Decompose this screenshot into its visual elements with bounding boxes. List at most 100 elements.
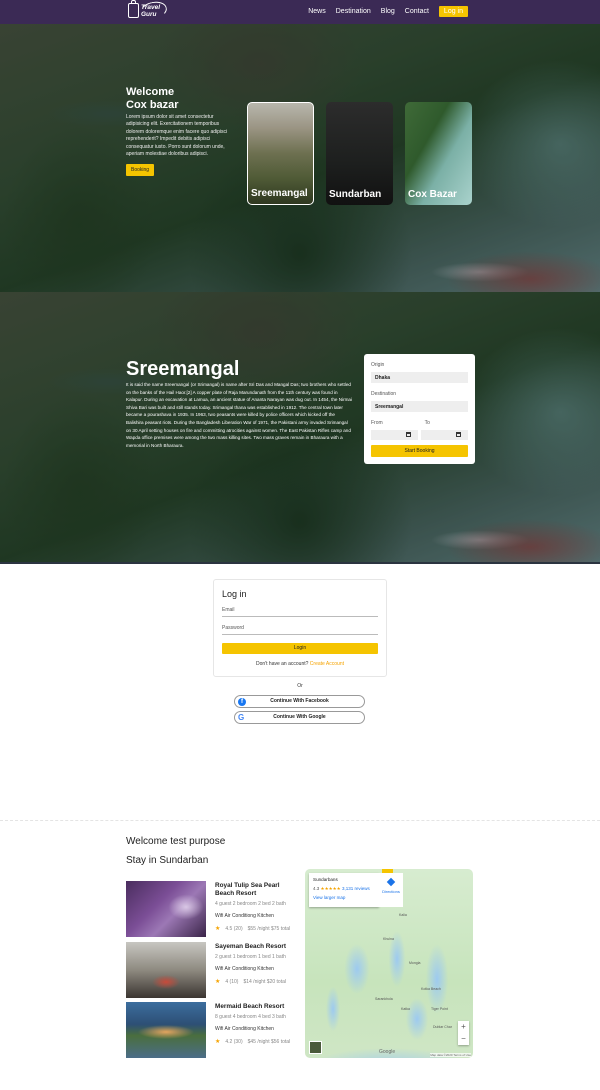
destination-card-label: Cox Bazar (408, 189, 457, 200)
destination-card-sreemangal[interactable]: Sreemangal (247, 102, 314, 205)
map-satellite-toggle[interactable] (309, 1041, 322, 1054)
map-label: Khulna (383, 937, 394, 941)
directions-icon (386, 877, 396, 887)
view-larger-map-link[interactable]: View larger map (313, 895, 375, 900)
google-logo: Google (379, 1049, 396, 1055)
nav-link-destination[interactable]: Destination (336, 8, 371, 15)
hotel-spec: 8 guest 4 bedroom 4 bed 3 bath (215, 1014, 286, 1020)
google-icon: G (238, 713, 245, 722)
map-reviews-link[interactable]: 3,131 reviews (342, 886, 370, 891)
google-button-label: Continue With Google (273, 714, 326, 720)
create-account-link[interactable]: Create Account (310, 661, 344, 667)
stay-title: Stay in Sundarban (126, 855, 209, 866)
hotel-card[interactable]: Sayeman Beach Resort 2 guest 1 bedroom 1… (126, 942, 296, 998)
destination-card-label: Sundarban (329, 189, 382, 200)
hotel-info: Royal Tulip Sea Pearl Beach Resort 4 gue… (215, 882, 297, 932)
welcome-heading: Welcome test purpose (126, 836, 226, 847)
hero-booking-button[interactable]: Booking (126, 164, 155, 177)
map-label: Kalia (399, 913, 407, 917)
map-label: Sarankhola (375, 997, 393, 1001)
hotel-amenities: Wifi Air Conditiong Kitchen (215, 1026, 274, 1032)
no-account-label: Don't have an account? (256, 661, 309, 667)
hero-title-line2: Cox bazar (126, 99, 179, 111)
or-divider: Or (297, 683, 303, 689)
hotel-info: Mermaid Beach Resort 8 guest 4 bedroom 4… (215, 1003, 297, 1045)
hero-section: Welcome Cox bazar Lorem ipsum dolor sit … (0, 24, 600, 292)
hotel-spec: 4 guest 2 bedroom 2 bed 2 bath (215, 901, 286, 907)
to-label: To (424, 420, 430, 426)
map-label: Mongla (409, 961, 421, 965)
hotel-card[interactable]: Mermaid Beach Resort 8 guest 4 bedroom 4… (126, 1002, 296, 1058)
facebook-login-button[interactable]: f Continue With Facebook (234, 695, 365, 708)
destination-card-sundarban[interactable]: Sundarban (326, 102, 393, 205)
from-label: From (371, 420, 383, 426)
star-icon: ★ (215, 1039, 221, 1045)
zoom-out-button[interactable]: − (458, 1033, 469, 1045)
destination-label: Destination (371, 391, 397, 397)
map-place-name: Sundarbans (313, 877, 338, 882)
destination-description: It is said the name Sreemangal (or Srima… (126, 382, 353, 448)
no-account-text: Don't have an account? Create Account (222, 661, 378, 667)
map-rating-stars: ★★★★★ (320, 886, 341, 891)
from-date-input[interactable] (371, 430, 418, 440)
hotel-name: Royal Tulip Sea Pearl Beach Resort (215, 882, 280, 897)
to-date-input[interactable] (421, 430, 468, 440)
section-divider (0, 820, 600, 821)
login-card: Log in Email Password Login Don't have a… (213, 579, 387, 677)
origin-label: Origin (371, 362, 385, 368)
facebook-button-label: Continue With Facebook (270, 698, 329, 704)
hotel-name: Mermaid Beach Resort (215, 1003, 285, 1010)
map-label: Dublar Char (433, 1025, 452, 1029)
nav-link-contact[interactable]: Contact (405, 8, 429, 15)
hotel-image (126, 1002, 206, 1058)
calendar-icon[interactable] (406, 432, 411, 437)
hero-title: Welcome Cox bazar (126, 86, 238, 112)
google-login-button[interactable]: G Continue With Google (234, 711, 365, 724)
hotel-meta: ★ 4.5 (20) $55 /night $75 total (215, 925, 297, 933)
location-map[interactable]: Sundarbans 4.3 ★★★★★ 3,131 reviews View … (305, 869, 473, 1058)
hotel-price: $14 /night $20 total (243, 978, 286, 985)
hotel-info: Sayeman Beach Resort 2 guest 1 bedroom 1… (215, 943, 297, 985)
hero-description: Lorem ipsum dolor sit amet consectetur a… (126, 114, 228, 158)
star-icon: ★ (215, 926, 221, 932)
map-rating-value: 4.3 (313, 886, 320, 891)
hotel-meta: ★ 4 (10) $14 /night $20 total (215, 978, 297, 986)
booking-section: Sreemangal It is said the name Sreemanga… (0, 292, 600, 564)
nav-link-news[interactable]: News (308, 8, 326, 15)
hero-text-block: Welcome Cox bazar Lorem ipsum dolor sit … (126, 86, 238, 177)
hotel-meta: ★ 4.2 (30) $45 /night $56 total (215, 1038, 297, 1046)
hotel-price: $45 /night $56 total (247, 1038, 291, 1045)
password-field[interactable]: Password (222, 625, 378, 635)
email-field[interactable]: Email (222, 607, 378, 617)
hotel-amenities: Wifi Air Conditiong Kitchen (215, 913, 274, 919)
nav-links: News Destination Blog Contact Log in (308, 6, 468, 17)
booking-form: Origin Dhaka Destination Sreemangal From… (364, 354, 475, 464)
origin-input[interactable]: Dhaka (371, 372, 468, 383)
map-attribution: Map data ©2020 Terms of Use (430, 1053, 471, 1057)
hotel-rating: 4.5 (20) (225, 925, 243, 932)
facebook-icon: f (238, 698, 246, 706)
calendar-icon[interactable] (456, 432, 461, 437)
destination-card-cox-bazar[interactable]: Cox Bazar (405, 102, 472, 205)
hotel-rating: 4.2 (30) (225, 1038, 243, 1045)
start-booking-button[interactable]: Start Booking (371, 445, 468, 457)
map-label: Katka (401, 1007, 410, 1011)
zoom-in-button[interactable]: + (458, 1021, 469, 1033)
hero-title-line1: Welcome (126, 86, 175, 98)
directions-button[interactable]: Directions (379, 873, 403, 907)
hotel-card[interactable]: Royal Tulip Sea Pearl Beach Resort 4 gue… (126, 881, 296, 937)
login-button[interactable]: Login (222, 643, 378, 654)
star-icon: ★ (215, 979, 221, 985)
date-row (371, 430, 468, 440)
hotel-amenities: Wifi Air Conditiong Kitchen (215, 966, 274, 972)
hotel-name: Sayeman Beach Resort (215, 943, 287, 950)
destination-title: Sreemangal (126, 358, 240, 380)
directions-label: Directions (382, 889, 400, 894)
luggage-icon (128, 0, 139, 18)
destination-input[interactable]: Sreemangal (371, 401, 468, 412)
top-navbar: Travel Guru News Destination Blog Contac… (0, 0, 600, 24)
travel-guru-logo[interactable]: Travel Guru (128, 0, 169, 22)
nav-login-button[interactable]: Log in (438, 6, 468, 17)
nav-link-blog[interactable]: Blog (381, 8, 395, 15)
map-label: Kotka Beach (421, 987, 441, 991)
